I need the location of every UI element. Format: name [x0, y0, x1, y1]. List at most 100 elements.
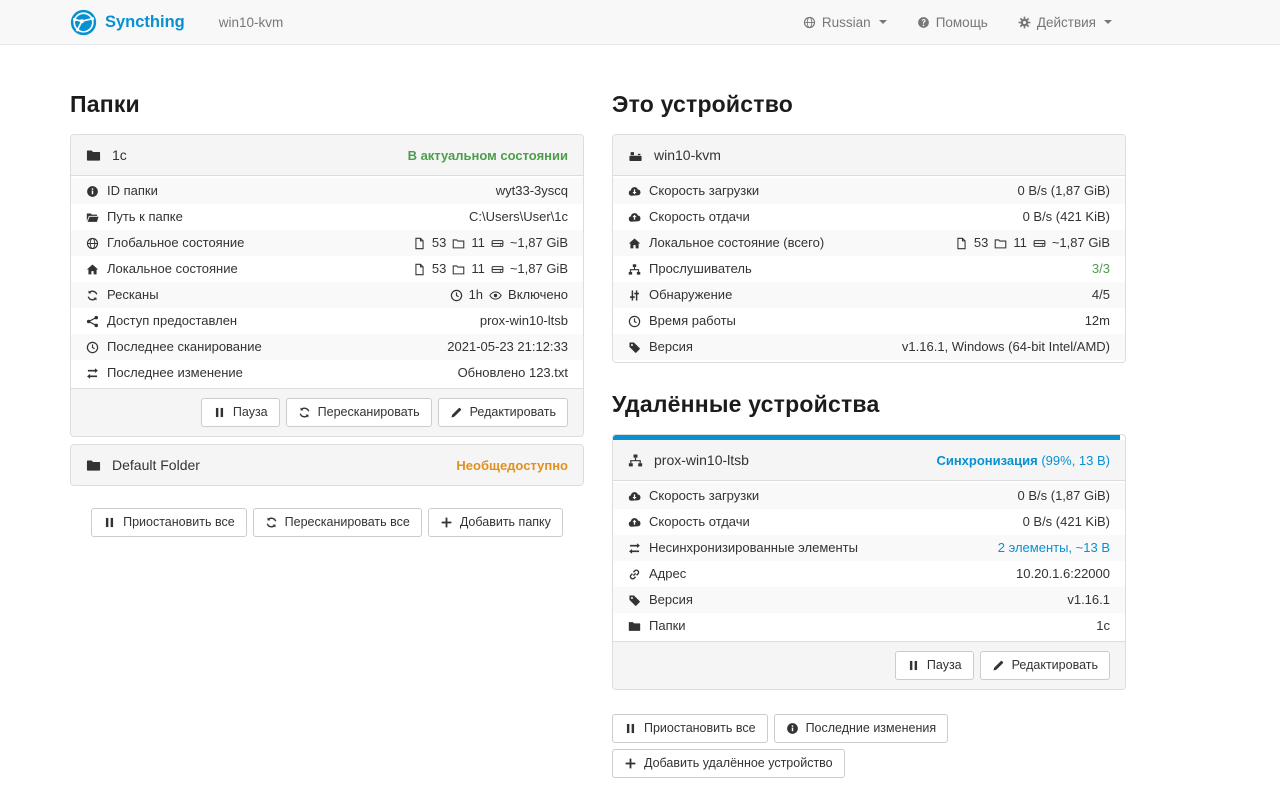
- main-content: Папки 1cВ актуальном состоянииID папкиwy…: [70, 45, 1126, 778]
- row-value: 1hВключено: [450, 287, 568, 303]
- detail-row: Несинхронизированные элементы 2 элементы,…: [613, 535, 1125, 561]
- panel-title: prox-win10-ltsb: [654, 452, 749, 468]
- folder-o-icon: [452, 263, 465, 276]
- folders-column: Папки 1cВ актуальном состоянииID папкиwy…: [70, 63, 584, 537]
- help-label: Помощь: [936, 15, 988, 30]
- language-menu[interactable]: Russian: [803, 15, 887, 30]
- tag-icon: [628, 341, 641, 354]
- row-label: Последнее изменение: [86, 365, 243, 381]
- row-label: Локальное состояние (всего): [628, 235, 824, 251]
- folder-icon: [86, 458, 101, 473]
- exchange-icon: [86, 367, 99, 380]
- edit-device-button[interactable]: Редактировать: [980, 651, 1110, 680]
- actions-menu[interactable]: Действия: [1018, 15, 1112, 30]
- syncthing-brand[interactable]: Syncthing: [70, 9, 185, 36]
- cloud-up-icon: [628, 516, 641, 529]
- row-value: Обновлено 123.txt: [458, 365, 568, 381]
- clock-icon: [628, 315, 641, 328]
- row-label: Путь к папке: [86, 209, 183, 225]
- recent-changes-button[interactable]: Последние изменения: [774, 714, 949, 743]
- detail-row: Последнее сканирование2021-05-23 21:12:3…: [71, 334, 583, 360]
- add-remote-device-button[interactable]: Добавить удалённое устройство: [612, 749, 845, 778]
- pause-folder-button[interactable]: Пауза: [201, 398, 280, 427]
- row-label: Последнее сканирование: [86, 339, 262, 355]
- button-label: Последние изменения: [806, 721, 937, 736]
- remote-device-panel-header[interactable]: prox-win10-ltsbСинхронизация (99%, 13 B): [613, 440, 1125, 481]
- folder-panel-default-header[interactable]: Default FolderНеобщедоступно: [71, 445, 583, 485]
- plus-icon: [440, 516, 453, 529]
- sliders-icon: [628, 289, 641, 302]
- row-value: 0 B/s (421 KiB): [1023, 209, 1110, 225]
- clock-icon: [450, 289, 463, 302]
- detail-row: Скорость загрузки 0 B/s (1,87 GiB): [613, 178, 1125, 204]
- remote-devices-panel-list: prox-win10-ltsbСинхронизация (99%, 13 B)…: [612, 434, 1126, 690]
- syncthing-logo-icon: [70, 9, 97, 36]
- pause-icon: [213, 406, 226, 419]
- this-device-panel-header[interactable]: win10-kvm: [613, 135, 1125, 176]
- detail-row: Папки1c: [613, 613, 1125, 639]
- row-label: Доступ предоставлен: [86, 313, 237, 329]
- row-value: 10.20.1.6:22000: [1016, 566, 1110, 582]
- pause-all-devices-button[interactable]: Приостановить все: [612, 714, 768, 743]
- language-label: Russian: [822, 15, 871, 30]
- file-icon: [413, 263, 426, 276]
- globe-icon: [86, 237, 99, 250]
- this-device-panel: win10-kvm Скорость загрузки 0 B/s (1,87 Gi…: [612, 134, 1126, 363]
- row-value: C:\Users\User\1c: [469, 209, 568, 225]
- button-label: Добавить папку: [460, 515, 551, 530]
- row-value: 0 B/s (421 KiB): [1023, 514, 1110, 530]
- detail-row: Путь к папке C:\Users\User\1c: [71, 204, 583, 230]
- pause-all-folders-button[interactable]: Приостановить все: [91, 508, 247, 537]
- hdd-icon: [491, 263, 504, 276]
- share-icon: [86, 315, 99, 328]
- folders-panel-list: 1cВ актуальном состоянииID папкиwyt33-3y…: [70, 134, 584, 486]
- panel-body: Скорость загрузки0 B/s (1,87 GiB)Скорост…: [613, 481, 1125, 641]
- folder-panel-1c: 1cВ актуальном состоянииID папкиwyt33-3y…: [70, 134, 584, 437]
- button-label: Пересканировать: [318, 405, 420, 420]
- folder-panel-1c-header[interactable]: 1cВ актуальном состоянии: [71, 135, 583, 176]
- detail-row: Время работы12m: [613, 308, 1125, 334]
- home-icon: [628, 237, 641, 250]
- row-label: Скорость загрузки: [628, 183, 759, 199]
- sitemap-icon: [628, 263, 641, 276]
- status-badge: В актуальном состоянии: [408, 148, 568, 163]
- row-value: 0 B/s (1,87 GiB): [1018, 183, 1110, 199]
- detail-row: Локальное состояние 5311~1,87 GiB: [71, 256, 583, 282]
- row-value: 5311~1,87 GiB: [413, 261, 568, 277]
- edit-folder-button[interactable]: Редактировать: [438, 398, 568, 427]
- rescan-folder-button[interactable]: Пересканировать: [286, 398, 432, 427]
- detail-row: Ресканы1hВключено: [71, 282, 583, 308]
- detail-row: Версияv1.16.1: [613, 587, 1125, 613]
- device-icon: [628, 148, 643, 163]
- folder-icon: [86, 148, 101, 163]
- add-folder-button[interactable]: Добавить папку: [428, 508, 563, 537]
- navbar-device-name: win10-kvm: [219, 15, 284, 30]
- rescan-all-folders-button[interactable]: Пересканировать все: [253, 508, 422, 537]
- row-label: Несинхронизированные элементы: [628, 540, 858, 556]
- folder-icon: [628, 620, 641, 633]
- row-label: Локальное состояние: [86, 261, 238, 277]
- row-value[interactable]: 2 элементы, ~13 B: [998, 540, 1110, 556]
- caret-down-icon: [1104, 20, 1112, 24]
- folder-o-icon: [994, 237, 1007, 250]
- row-value: prox-win10-ltsb: [480, 313, 568, 329]
- remote-device-panel: prox-win10-ltsbСинхронизация (99%, 13 B)…: [612, 434, 1126, 690]
- pause-device-button[interactable]: Пауза: [895, 651, 974, 680]
- row-label: Скорость загрузки: [628, 488, 759, 504]
- pause-icon: [624, 722, 637, 735]
- detail-row: Адрес10.20.1.6:22000: [613, 561, 1125, 587]
- button-label: Приостановить все: [123, 515, 235, 530]
- row-value: 5311~1,87 GiB: [955, 235, 1110, 251]
- hdd-icon: [1033, 237, 1046, 250]
- folders-actions: Приостановить все Пересканировать все Доба…: [70, 508, 584, 537]
- brand-title: Syncthing: [105, 13, 185, 32]
- row-label: ID папки: [86, 183, 158, 199]
- row-label: Версия: [628, 592, 693, 608]
- row-label: Глобальное состояние: [86, 235, 244, 251]
- navbar-menu: Russian Помощь Действия: [803, 15, 1112, 30]
- help-menu[interactable]: Помощь: [917, 15, 988, 30]
- row-label: Прослушиватель: [628, 261, 752, 277]
- caret-down-icon: [879, 20, 887, 24]
- info-circle-icon: [786, 722, 799, 735]
- pencil-icon: [450, 406, 463, 419]
